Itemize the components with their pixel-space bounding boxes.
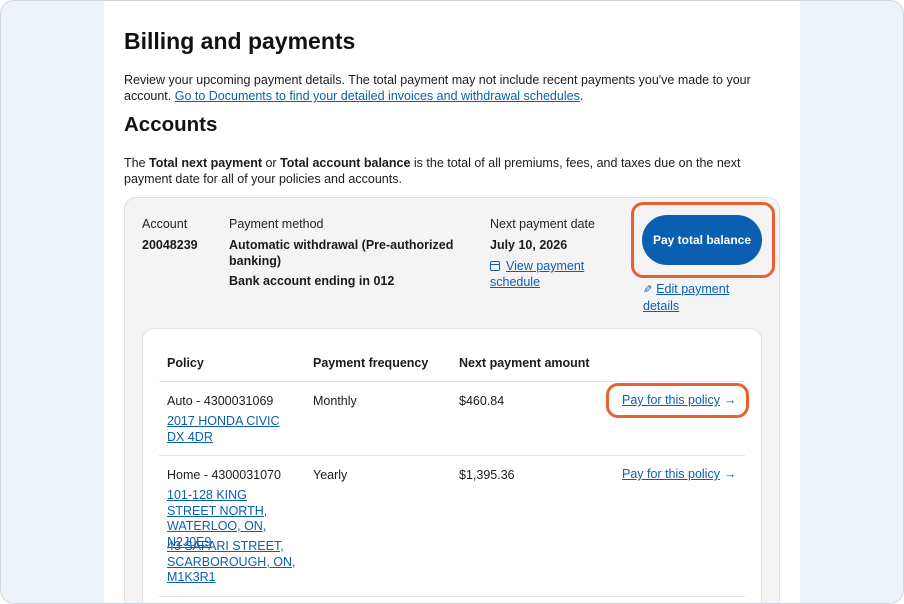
divider (159, 596, 745, 597)
pay-total-balance-button[interactable]: Pay total balance (642, 215, 762, 265)
divider (159, 381, 745, 382)
pay-for-policy-link[interactable]: Pay for this policy (622, 467, 720, 481)
edit-payment-details-link[interactable]: Edit payment details (643, 282, 729, 313)
account-card: Account 20048239 Payment method Automati… (124, 197, 780, 603)
browser-frame: Billing and payments Review your upcomin… (0, 0, 904, 604)
intro-text: Review your upcoming payment details. Th… (124, 73, 751, 103)
view-schedule-link[interactable]: View payment schedule (490, 259, 584, 289)
account-number: 20048239 (142, 238, 198, 252)
header-payment-frequency: Payment frequency (313, 356, 429, 370)
header-policy: Policy (167, 356, 204, 370)
asset-link[interactable]: 43 SAFARI STREET, SCARBOROUGH, ON, M1K3R… (167, 539, 297, 586)
calendar-icon (490, 261, 500, 271)
arrow-right-icon: → (723, 467, 737, 481)
payment-method-value: Automatic withdrawal (Pre-authorized ban… (229, 238, 454, 268)
payment-frequency: Monthly (313, 394, 357, 408)
arrow-right-icon: → (723, 393, 737, 407)
pencil-icon: ✎ (643, 284, 653, 296)
account-label: Account (142, 217, 188, 231)
page-title: Billing and payments (124, 28, 356, 54)
payment-amount: $1,395.36 (459, 468, 515, 482)
accounts-explanation: The Total next payment or Total account … (124, 156, 741, 186)
accounts-heading: Accounts (124, 113, 218, 136)
policy-name: Auto - 4300031069 (167, 394, 274, 408)
next-payment-date-value: July 10, 2026 (490, 238, 568, 252)
payment-amount: $460.84 (459, 394, 505, 408)
header-next-payment-amount: Next payment amount (459, 356, 590, 370)
asset-link[interactable]: 2017 HONDA CIVIC DX 4DR (167, 414, 292, 445)
pay-for-policy-1[interactable]: Pay for this policy → (622, 393, 736, 407)
bank-account-value: Bank account ending in 012 (229, 274, 395, 288)
pay-for-policy-link[interactable]: Pay for this policy (622, 393, 720, 407)
edit-payment[interactable]: ✎ Edit payment details (643, 281, 753, 314)
next-payment-date-label: Next payment date (490, 217, 595, 231)
payment-method-label: Payment method (229, 217, 324, 231)
policy-table: Policy Payment frequency Next payment am… (142, 328, 762, 603)
documents-link[interactable]: Go to Documents to find your detailed in… (175, 89, 580, 103)
billing-page: Billing and payments Review your upcomin… (104, 1, 800, 603)
payment-frequency: Yearly (313, 468, 348, 482)
view-schedule[interactable]: View payment schedule (490, 258, 600, 290)
policy-name: Home - 4300031070 (167, 468, 281, 482)
pay-for-policy-2[interactable]: Pay for this policy → (622, 467, 736, 481)
divider (159, 455, 745, 456)
